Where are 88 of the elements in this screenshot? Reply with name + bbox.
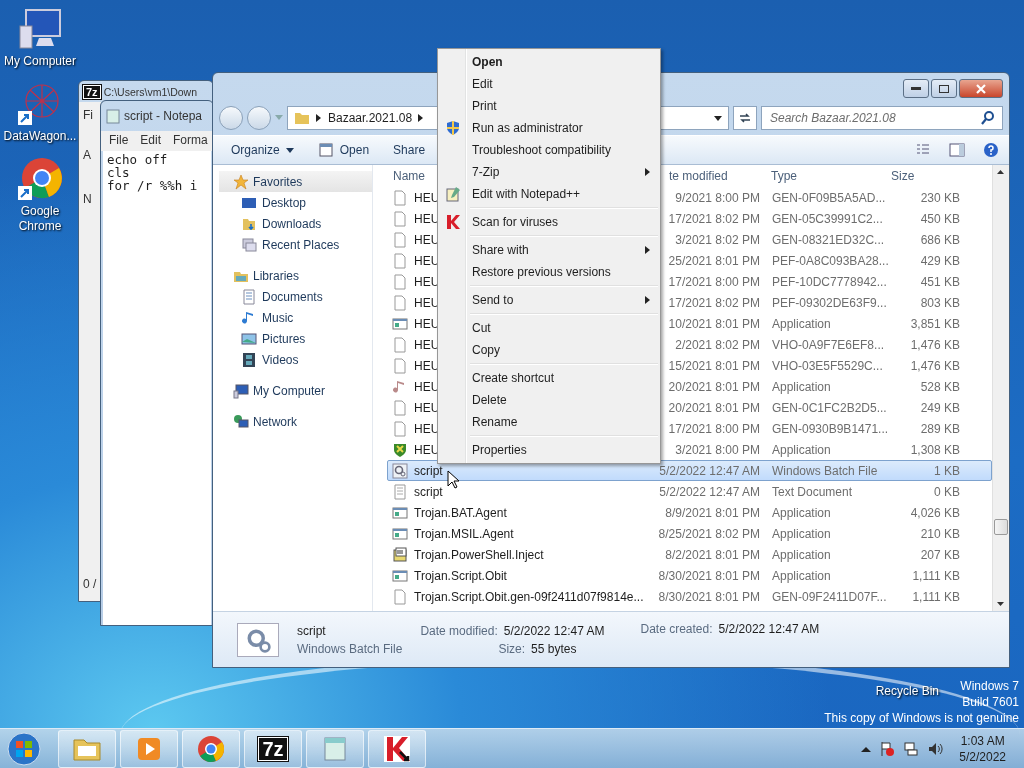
detail-value: 55 bytes <box>531 641 577 656</box>
type-cell-text: GEN-09F2411D07F... <box>771 589 888 604</box>
type-cell-text: Application <box>771 442 832 457</box>
windows-notice-text: Windows 7 <box>960 678 1019 694</box>
size-cell-text: 528 KB <box>919 379 961 394</box>
date-cell-text: 8/2/2021 8:01 PM <box>664 547 761 562</box>
size-cell-text: 803 KB <box>919 295 961 310</box>
file-type: Windows Batch File <box>297 641 403 656</box>
date-cell-text: 15/2021 8:01 PM <box>667 358 761 373</box>
size-cell-text: 1 KB <box>933 463 961 478</box>
detail-value: 5/2/2022 12:47 AM <box>503 623 605 638</box>
size-cell-text: 1,111 KB <box>911 568 961 583</box>
size-cell-text: 1,308 KB <box>909 442 961 457</box>
detail-value: 5/2/2022 12:47 AM <box>718 622 820 636</box>
file-name: Trojan.MSIL.Agent <box>414 526 514 541</box>
type-cell-text: GEN-08321ED32C... <box>771 232 886 247</box>
size-cell-text: 289 KB <box>919 421 961 436</box>
type-cell-text: VHO-03E5F5529C... <box>771 358 884 373</box>
date-cell-text: 9/2021 8:00 PM <box>674 190 761 205</box>
date-cell-text: 17/2021 8:02 PM <box>667 211 761 226</box>
size-cell-text: 686 KB <box>919 232 961 247</box>
type-cell-text: GEN-05C39991C2... <box>771 211 884 226</box>
size-cell-text: 210 KB <box>919 526 961 541</box>
date-cell-text: 17/2021 8:02 PM <box>667 295 761 310</box>
toolbar-label: A <box>83 148 92 163</box>
detail-label: Size: <box>498 641 526 656</box>
size-cell-text: 429 KB <box>919 253 961 268</box>
windows-notice-text: Build 7601 <box>962 694 1019 710</box>
type-cell-text: Text Document <box>771 484 854 499</box>
size-cell-text: 1,111 KB <box>911 589 961 604</box>
file-name: script <box>297 623 327 638</box>
date-cell-text: 5/2/2022 12:47 AM <box>658 463 761 478</box>
type-cell-text: Application <box>771 547 832 562</box>
window-title: script - Notepa <box>124 109 203 123</box>
date-cell-text: 10/2021 8:01 PM <box>667 316 761 331</box>
date-cell-text: 5/2/2022 12:47 AM <box>658 484 761 499</box>
type-cell-text: GEN-0930B9B1471... <box>771 421 890 436</box>
type-cell-text: GEN-0F09B5A5AD... <box>771 190 887 205</box>
date-cell-text: 17/2021 8:00 PM <box>667 421 761 436</box>
date-cell-text: 20/2021 8:01 PM <box>667 379 761 394</box>
type-cell-text: PEF-0A8C093BA28... <box>771 253 890 268</box>
size-cell-text: 450 KB <box>919 211 961 226</box>
type-cell-text: Application <box>771 316 832 331</box>
size-cell-text: 230 KB <box>919 190 961 205</box>
type-cell-text: PEF-10DC7778942... <box>771 274 888 289</box>
status-text: 0 / <box>83 577 97 591</box>
date-cell-text: 3/2021 8:02 PM <box>674 232 761 247</box>
type-cell-text: Application <box>771 379 832 394</box>
type-cell-text: Windows Batch File <box>771 463 879 478</box>
detail-label: Date modified: <box>420 623 498 638</box>
type-cell-text: GEN-0C1FC2B2D5... <box>771 400 888 415</box>
type-cell-text: PEF-09302DE63F9... <box>771 295 888 310</box>
date-cell-text: 2/2021 8:02 PM <box>674 337 761 352</box>
type-cell-text: Application <box>771 568 832 583</box>
file-name: Trojan.PowerShell.Inject <box>414 547 544 562</box>
date-cell-text: 8/30/2021 8:01 PM <box>657 589 761 604</box>
file-name: script <box>414 463 443 478</box>
type-cell-text: VHO-0A9F7E6EF8... <box>771 337 886 352</box>
file-name: Trojan.Script.Obit <box>414 568 507 583</box>
date-cell-text: 20/2021 8:01 PM <box>667 400 761 415</box>
date-cell-text: 17/2021 8:00 PM <box>667 274 761 289</box>
size-cell-text: 451 KB <box>919 274 961 289</box>
size-cell-text: 3,851 KB <box>909 316 961 331</box>
detail-label: Date created: <box>640 622 713 636</box>
type-cell-text: Application <box>771 505 832 520</box>
file-name: script <box>414 484 443 499</box>
archiver-logo-icon: 7z <box>258 736 288 761</box>
date-cell-text: 25/2021 8:01 PM <box>667 253 761 268</box>
windows-notice-text: This copy of Windows is not genuine <box>824 710 1019 726</box>
code-line: echo off <box>107 153 169 166</box>
size-cell-text: 1,476 KB <box>909 358 961 373</box>
date-cell-text: 3/2021 8:00 PM <box>674 442 761 457</box>
code-line: cls <box>107 166 131 179</box>
file-name: Trojan.Script.Obit.gen-09f2411d07f9814e... <box>414 589 644 604</box>
size-cell-text: 0 KB <box>933 484 961 499</box>
date-cell-text: 8/9/2021 8:01 PM <box>664 505 761 520</box>
size-cell-text: 249 KB <box>919 400 961 415</box>
size-cell-text: 207 KB <box>919 547 961 562</box>
archiver-logo-icon: 7z <box>83 84 101 99</box>
date-cell-text: 8/30/2021 8:01 PM <box>657 568 761 583</box>
date-cell-text: 8/25/2021 8:02 PM <box>657 526 761 541</box>
code-line: for /r %%h i <box>107 179 199 192</box>
file-name: Trojan.BAT.Agent <box>414 505 507 520</box>
window-title: C:\Users\vm1\Down <box>103 85 197 98</box>
column-header: N <box>83 192 93 207</box>
type-cell-text: Application <box>771 526 832 541</box>
size-cell-text: 1,476 KB <box>909 337 961 352</box>
size-cell-text: 4,026 KB <box>909 505 961 520</box>
